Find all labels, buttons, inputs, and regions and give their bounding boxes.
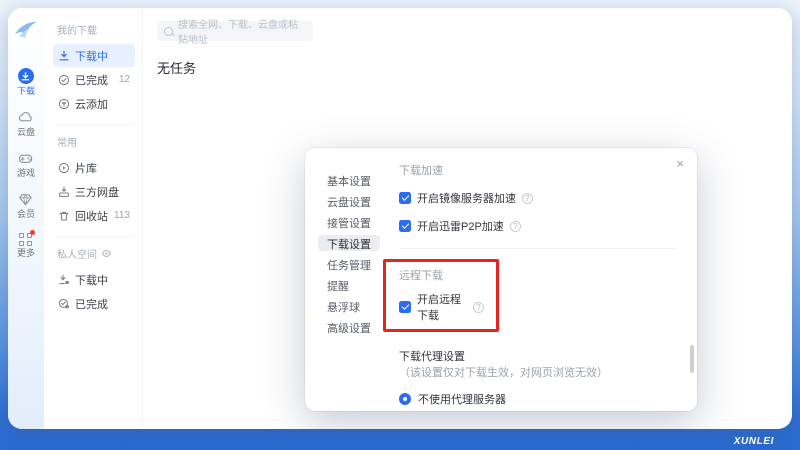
sidebar-item-completed[interactable]: 已完成 12 [53, 68, 135, 91]
settings-menu-cloud[interactable]: 云盘设置 [318, 193, 380, 209]
search-icon [164, 27, 173, 36]
rail-item-cloud-disk[interactable]: 云盘 [17, 110, 35, 137]
settings-menu-basic[interactable]: 基本设置 [318, 172, 380, 188]
checkbox-row-remote-download: 开启远程下载 ? [399, 291, 484, 323]
sidebar-section-private-space: 私人空间 [57, 246, 135, 261]
settings-menu-float-ball[interactable]: 悬浮球 [318, 298, 369, 314]
play-circle-icon [58, 162, 70, 174]
sidebar-item-label: 已完成 [75, 296, 108, 312]
sidebar-divider [55, 124, 133, 125]
empty-state-text: 无任务 [157, 58, 792, 77]
download-lock-icon [58, 274, 70, 286]
download-circle-icon [18, 68, 34, 84]
checkbox-row-mirror-accel: 开启镜像服务器加速 ? [399, 190, 677, 206]
sidebar-item-label: 片库 [75, 160, 97, 176]
sidebar-divider [55, 236, 133, 237]
search-placeholder: 搜索全网、下载、云盘或粘贴地址 [178, 16, 306, 46]
radio-label: 不使用代理服务器 [418, 391, 506, 407]
more-grid-icon [19, 233, 32, 246]
help-icon[interactable]: ? [522, 193, 533, 204]
cloud-add-icon [58, 98, 70, 110]
cloud-icon [18, 110, 33, 125]
checkbox-label: 开启远程下载 [417, 291, 467, 323]
settings-menu-advanced[interactable]: 高级设置 [318, 319, 380, 335]
private-space-label: 私人空间 [57, 246, 97, 261]
radio-row-no-proxy[interactable]: 不使用代理服务器 [399, 391, 677, 407]
rail-item-games[interactable]: 游戏 [17, 151, 35, 178]
section-title-proxy: 下载代理设置 （该设置仅对下载生效，对网页浏览无效） [399, 348, 677, 380]
sidebar-item-private-completed[interactable]: 已完成 [53, 292, 135, 315]
rail-label: 更多 [17, 249, 35, 258]
settings-menu-reminder[interactable]: 提醒 [318, 277, 358, 293]
settings-menu-tasks[interactable]: 任务管理 [318, 256, 380, 272]
checkbox-row-p2p-accel: 开启迅雷P2P加速 ? [399, 218, 677, 234]
sidebar-section-common: 常用 [57, 134, 135, 149]
settings-dialog: 基本设置 云盘设置 接管设置 下载设置 任务管理 提醒 悬浮球 高级设置 × 下… [305, 148, 697, 411]
rail-item-vip[interactable]: 会员 [17, 192, 35, 219]
help-icon[interactable]: ? [473, 302, 484, 313]
checkbox-mirror-accel[interactable] [399, 192, 411, 204]
rail-label: 游戏 [17, 169, 35, 178]
sidebar-item-recycle-bin[interactable]: 回收站 113 [53, 204, 135, 227]
eye-icon[interactable] [101, 248, 112, 259]
xunlei-logo-icon [13, 18, 39, 44]
sidebar-item-label: 已完成 [75, 72, 108, 88]
rail-item-more[interactable]: 更多 [17, 233, 35, 258]
section-divider [399, 248, 677, 249]
sidebar-item-label: 下载中 [75, 272, 108, 288]
settings-menu-takeover[interactable]: 接管设置 [318, 214, 380, 230]
rail-label: 下载 [17, 87, 35, 96]
checkbox-label: 开启镜像服务器加速 [417, 190, 516, 206]
rail-label: 云盘 [17, 128, 35, 137]
sidebar-item-label: 云添加 [75, 96, 108, 112]
sidebar-item-cloud-add[interactable]: 云添加 [53, 92, 135, 115]
close-icon[interactable]: × [676, 157, 684, 170]
proxy-note: （该设置仅对下载生效，对网页浏览无效） [399, 367, 608, 379]
proxy-title: 下载代理设置 [399, 351, 465, 363]
left-rail: 下载 云盘 游戏 会员 更多 [8, 8, 44, 429]
rail-item-download[interactable]: 下载 [17, 68, 35, 96]
help-icon[interactable]: ? [510, 221, 521, 232]
check-circle-icon [58, 74, 70, 86]
checkbox-remote-download[interactable] [399, 301, 411, 313]
sidebar-item-third-party-disk[interactable]: 三方网盘 [53, 180, 135, 203]
gamepad-icon [18, 151, 33, 166]
diamond-icon [18, 192, 33, 207]
check-lock-icon [58, 298, 70, 310]
sidebar-section-my-downloads: 我的下载 [57, 22, 135, 37]
sidebar: 我的下载 下载中 已完成 12 云添加 常用 片库 三方网盘 回收站 113 [44, 8, 143, 429]
sidebar-item-label: 下载中 [75, 48, 108, 64]
radio-no-proxy[interactable] [399, 393, 411, 405]
search-input[interactable]: 搜索全网、下载、云盘或粘贴地址 [157, 21, 313, 41]
notification-dot [30, 230, 35, 235]
trash-icon [58, 210, 70, 222]
xunlei-wordmark: XUNLEI [734, 436, 774, 447]
settings-menu: 基本设置 云盘设置 接管设置 下载设置 任务管理 提醒 悬浮球 高级设置 [305, 148, 393, 411]
drive-download-icon [58, 186, 70, 198]
remote-download-highlight-box: 远程下载 开启远程下载 ? [383, 259, 499, 332]
section-title-remote-download: 远程下载 [399, 267, 484, 283]
checkbox-label: 开启迅雷P2P加速 [417, 218, 504, 234]
settings-content: × 下载加速 开启镜像服务器加速 ? 开启迅雷P2P加速 ? 远程下载 开启远程… [393, 148, 697, 411]
checkbox-p2p-accel[interactable] [399, 220, 411, 232]
sidebar-item-downloading[interactable]: 下载中 [53, 44, 135, 67]
download-icon [58, 50, 70, 62]
rail-label: 会员 [17, 210, 35, 219]
sidebar-item-movie-library[interactable]: 片库 [53, 156, 135, 179]
sidebar-item-label: 三方网盘 [75, 184, 119, 200]
app-window: 下载 云盘 游戏 会员 更多 我的下载 下载中 已完 [8, 8, 792, 429]
recycle-count: 113 [114, 210, 130, 221]
dialog-scrollbar[interactable] [690, 345, 694, 373]
completed-count: 12 [119, 74, 130, 85]
settings-menu-download[interactable]: 下载设置 [318, 235, 380, 251]
sidebar-item-label: 回收站 [75, 208, 108, 224]
section-title-download-accel: 下载加速 [399, 162, 677, 178]
sidebar-item-private-downloading[interactable]: 下载中 [53, 268, 135, 291]
